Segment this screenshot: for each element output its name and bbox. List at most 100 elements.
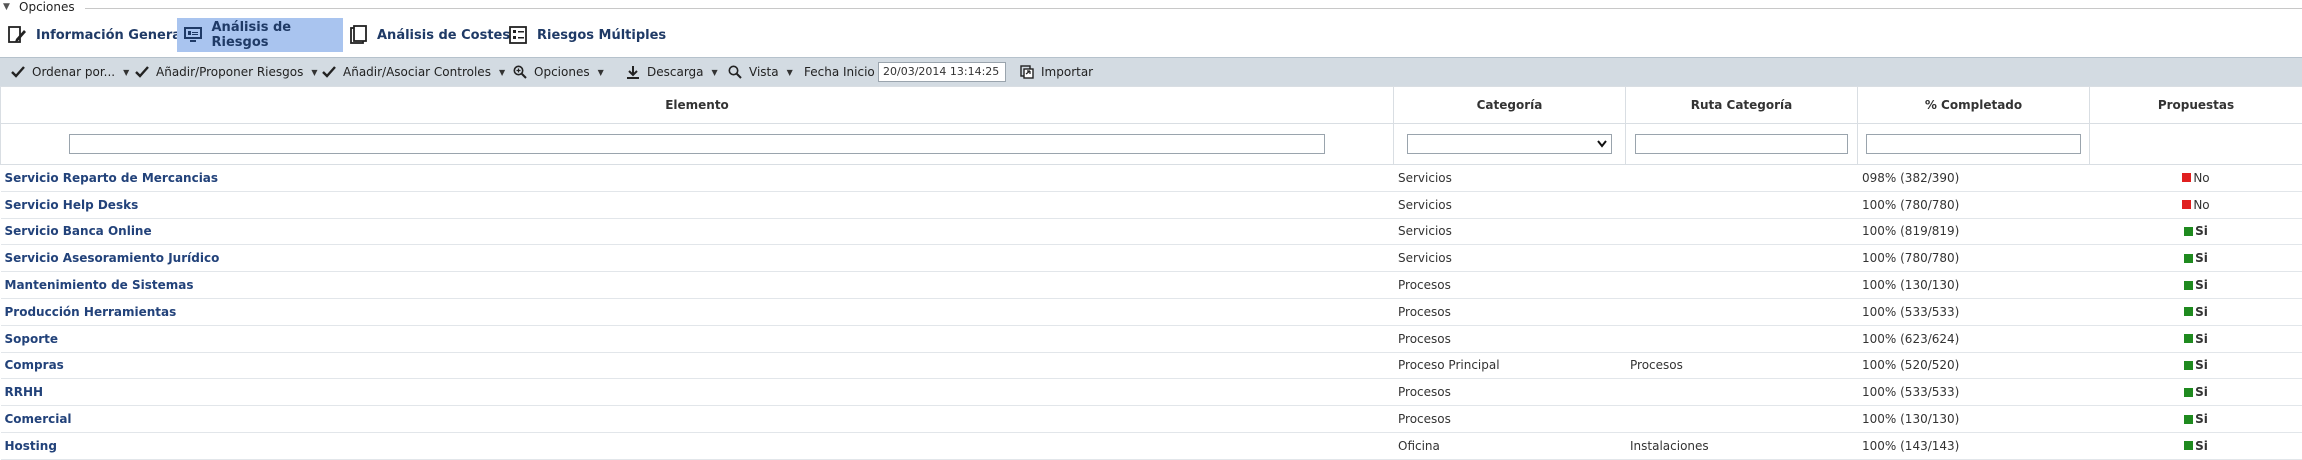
risk-table: Elemento Categoría Ruta Categoría % Comp… [0, 86, 2302, 460]
importar-button[interactable]: Importar [1019, 58, 1093, 86]
tab-informacion-general[interactable]: Información General [6, 18, 185, 52]
completado-cell: 100% (533/533) [1858, 379, 2090, 406]
filter-ruta-input[interactable] [1635, 134, 1848, 154]
vista-menu[interactable]: Vista ▼ [727, 58, 793, 86]
ruta-categoria-cell [1626, 406, 1858, 433]
checkmark-icon [10, 64, 26, 80]
filter-completado-input[interactable] [1866, 134, 2081, 154]
table-row[interactable]: Mantenimiento de SistemasProcesos100% (1… [1, 272, 2302, 299]
collapse-triangle-icon[interactable]: ▼ [3, 2, 10, 12]
column-header-categoria[interactable]: Categoría [1394, 87, 1626, 124]
propuesta-status: Si [2094, 224, 2298, 238]
options-section-header[interactable]: ▼ Opciones [0, 0, 2302, 13]
search-icon [727, 64, 743, 80]
table-row[interactable]: Servicio Asesoramiento JurídicoServicios… [1, 245, 2302, 272]
table-row[interactable]: ComprasProceso PrincipalProcesos100% (52… [1, 352, 2302, 379]
table-row[interactable]: Servicio Banca OnlineServicios100% (819/… [1, 218, 2302, 245]
status-square-icon [2184, 361, 2193, 370]
anadir-controles-menu[interactable]: Añadir/Asociar Controles ▼ [321, 58, 505, 86]
completado-cell: 100% (130/130) [1858, 406, 2090, 433]
ruta-categoria-cell: Instalaciones [1626, 432, 1858, 459]
propuesta-status: Si [2094, 305, 2298, 319]
ruta-categoria-cell: Procesos [1626, 352, 1858, 379]
status-square-icon [2182, 200, 2191, 209]
ruta-categoria-cell [1626, 272, 1858, 299]
completado-cell: 100% (623/624) [1858, 325, 2090, 352]
elemento-cell[interactable]: Producción Herramientas [1, 298, 1394, 325]
ruta-categoria-cell [1626, 379, 1858, 406]
chevron-down-icon: ▼ [311, 68, 317, 77]
elemento-cell[interactable]: Comercial [1, 406, 1394, 433]
chevron-down-icon [1597, 140, 1607, 148]
table-row[interactable]: HostingOficinaInstalaciones100% (143/143… [1, 432, 2302, 459]
categoria-cell: Servicios [1394, 165, 1626, 192]
categoria-cell: Servicios [1394, 245, 1626, 272]
chevron-down-icon: ▼ [499, 68, 505, 77]
completado-cell: 100% (819/819) [1858, 218, 2090, 245]
elemento-cell[interactable]: Servicio Reparto de Mercancias [1, 165, 1394, 192]
section-divider [85, 8, 2302, 9]
ordenar-menu[interactable]: Ordenar por... ▼ [10, 58, 129, 86]
column-header-completado[interactable]: % Completado [1858, 87, 2090, 124]
propuesta-label: No [2193, 198, 2209, 212]
anadir-riesgos-menu[interactable]: Añadir/Proponer Riesgos ▼ [134, 58, 318, 86]
propuesta-cell: Si [2090, 298, 2302, 325]
column-header-ruta-categoria[interactable]: Ruta Categoría [1626, 87, 1858, 124]
zoom-icon [512, 64, 528, 80]
categoria-cell: Procesos [1394, 406, 1626, 433]
elemento-cell[interactable]: Soporte [1, 325, 1394, 352]
table-row[interactable]: Producción HerramientasProcesos100% (533… [1, 298, 2302, 325]
propuesta-cell: Si [2090, 218, 2302, 245]
table-row[interactable]: ComercialProcesos 100% (130/130) Si [1, 406, 2302, 433]
propuesta-status: No [2094, 198, 2298, 212]
elemento-cell[interactable]: Servicio Help Desks [1, 191, 1394, 218]
elemento-cell[interactable]: Mantenimiento de Sistemas [1, 272, 1394, 299]
column-header-elemento[interactable]: Elemento [1, 87, 1394, 124]
propuesta-status: Si [2094, 278, 2298, 292]
completado-cell: 100% (533/533) [1858, 298, 2090, 325]
completado-cell: 100% (143/143) [1858, 432, 2090, 459]
column-header-propuestas[interactable]: Propuestas [2090, 87, 2302, 124]
propuesta-label: Si [2195, 332, 2208, 346]
opciones-menu[interactable]: Opciones ▼ [512, 58, 604, 86]
propuesta-status: Si [2094, 358, 2298, 372]
ruta-categoria-cell [1626, 165, 1858, 192]
status-square-icon [2184, 227, 2193, 236]
filter-categoria-select[interactable] [1407, 134, 1612, 154]
chevron-down-icon: ▼ [712, 68, 718, 77]
ruta-categoria-cell [1626, 191, 1858, 218]
categoria-cell: Procesos [1394, 325, 1626, 352]
ruta-categoria-cell [1626, 218, 1858, 245]
propuesta-cell: Si [2090, 352, 2302, 379]
categoria-cell: Proceso Principal [1394, 352, 1626, 379]
elemento-cell[interactable]: Hosting [1, 432, 1394, 459]
section-title: Opciones [19, 0, 75, 14]
import-icon [1019, 64, 1035, 80]
descarga-menu[interactable]: Descarga ▼ [625, 58, 718, 86]
fecha-inicio-input[interactable]: 20/03/2014 13:14:25 [878, 62, 1006, 82]
status-square-icon [2184, 388, 2193, 397]
propuesta-label: Si [2195, 385, 2208, 399]
table-row[interactable]: Servicio Help DesksServicios100% (780/78… [1, 191, 2302, 218]
monitor-icon [183, 24, 204, 46]
status-square-icon [2184, 307, 2193, 316]
elemento-cell[interactable]: RRHH [1, 379, 1394, 406]
table-row[interactable]: RRHHProcesos100% (533/533)Si [1, 379, 2302, 406]
tab-analisis-riesgos[interactable]: Análisis de Riesgos [177, 18, 343, 52]
status-square-icon [2184, 334, 2193, 343]
propuesta-label: Si [2195, 412, 2208, 426]
filter-row [1, 124, 2302, 165]
propuesta-cell: Si [2090, 432, 2302, 459]
filter-elemento-input[interactable] [69, 134, 1325, 154]
ruta-categoria-cell [1626, 298, 1858, 325]
table-row[interactable]: SoporteProcesos 100% (623/624) Si [1, 325, 2302, 352]
table-row[interactable]: Servicio Reparto de MercanciasServicios0… [1, 165, 2302, 192]
elemento-cell[interactable]: Servicio Asesoramiento Jurídico [1, 245, 1394, 272]
chevron-down-icon: ▼ [787, 68, 793, 77]
elemento-cell[interactable]: Compras [1, 352, 1394, 379]
elemento-cell[interactable]: Servicio Banca Online [1, 218, 1394, 245]
download-icon [625, 64, 641, 80]
propuesta-cell: Si [2090, 272, 2302, 299]
tab-riesgos-multiples[interactable]: Riesgos Múltiples [507, 18, 666, 52]
tab-analisis-costes[interactable]: Análisis de Costes [347, 18, 510, 52]
